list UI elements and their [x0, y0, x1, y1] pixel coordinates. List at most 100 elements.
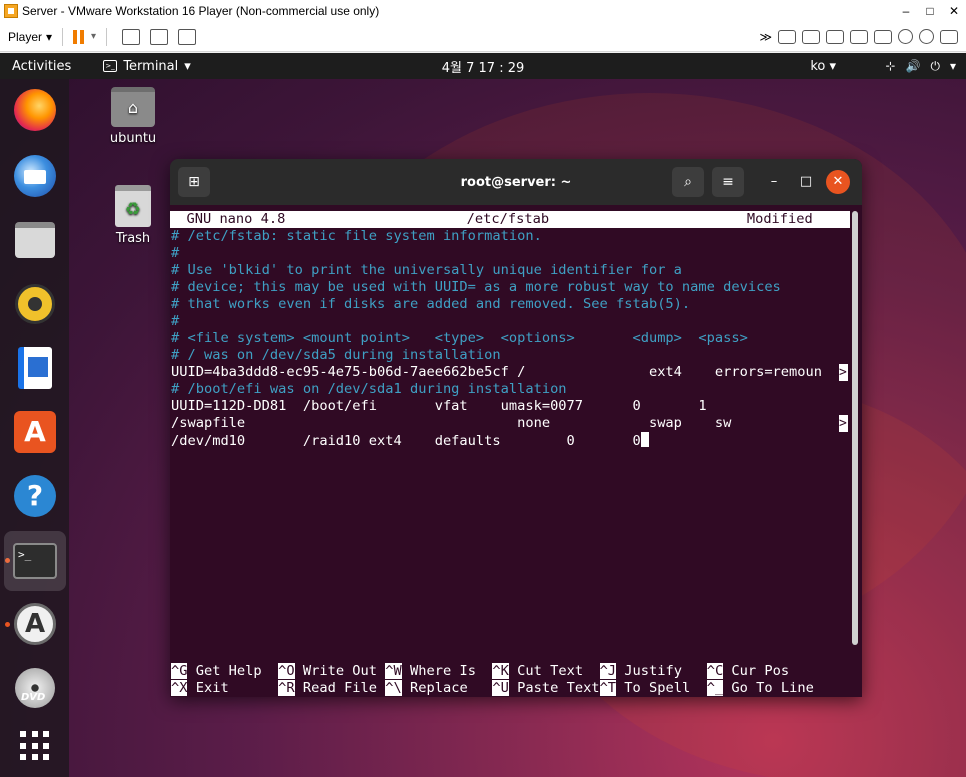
libreoffice-writer-icon — [18, 347, 52, 389]
terminal-content[interactable]: GNU nano 4.8 /etc/fstab Modified # /etc/… — [170, 205, 850, 697]
fstab-line: # /boot/efi was on /dev/sda1 during inst… — [171, 381, 567, 397]
toolbar-divider — [62, 27, 64, 46]
nano-shortcut-row: ^G Get Help ^O Write Out ^W Where Is ^K … — [171, 663, 789, 680]
terminal-scrollbar[interactable] — [852, 211, 858, 645]
maximize-button[interactable]: □ — [794, 170, 818, 194]
hamburger-menu-icon[interactable]: ≡ — [712, 167, 744, 197]
dock-thunderbird[interactable] — [12, 153, 58, 199]
search-icon[interactable]: ⌕ — [672, 167, 704, 197]
running-indicator — [5, 622, 10, 627]
minimize-button[interactable]: – — [762, 170, 786, 194]
player-menu-button[interactable]: Player ▾ — [8, 30, 52, 44]
gnome-top-bar: Activities >_ Terminal ▾ 4월 7 17 : 29 ko… — [0, 53, 966, 79]
trash-icon — [115, 185, 151, 227]
chevron-down-icon: ▾ — [949, 59, 956, 73]
dock-libreoffice-writer[interactable] — [12, 345, 58, 391]
vmware-toolbar: Player ▾ ▾ ≫ — [0, 22, 966, 52]
fullscreen-icon[interactable] — [150, 28, 169, 45]
chevron-down-icon[interactable]: ▾ — [91, 31, 96, 42]
usb-device-icon[interactable] — [940, 29, 958, 44]
shortcut-label-paste-text: Paste Text — [508, 680, 600, 696]
pause-icon[interactable] — [73, 29, 85, 44]
hard-disk-icon[interactable] — [850, 29, 868, 44]
vmware-maximize-button[interactable]: □ — [918, 4, 942, 18]
shortcut-key: ^O — [278, 663, 295, 679]
hard-disk-icon[interactable] — [802, 29, 820, 44]
line-overflow-marker: > — [839, 415, 848, 432]
rhythmbox-icon — [15, 284, 55, 324]
power-icon: ⏻ — [930, 58, 940, 73]
dock-help[interactable]: ? — [12, 473, 58, 519]
dvd-icon: DVD — [15, 668, 55, 708]
desktop-icon-label: ubuntu — [109, 131, 157, 146]
vmware-close-button[interactable]: ✕ — [942, 4, 966, 18]
clock[interactable]: 4월 7 17 : 29 — [442, 61, 525, 76]
toolbar-divider — [106, 27, 108, 46]
dock-terminal[interactable]: >_ — [4, 531, 66, 591]
shortcut-key: ^_ — [706, 680, 724, 696]
app-grid-icon — [20, 731, 50, 761]
terminal-icon: >_ — [13, 543, 57, 579]
shortcut-label-to-spell: To Spell — [616, 680, 707, 696]
dock-rhythmbox[interactable] — [12, 281, 58, 327]
firefox-icon — [14, 89, 56, 131]
close-button[interactable]: ✕ — [826, 170, 850, 194]
vmware-window-title: Server - VMware Workstation 16 Player (N… — [22, 4, 380, 18]
activities-button[interactable]: Activities — [12, 59, 71, 74]
dock-software-updater[interactable]: A — [12, 601, 58, 647]
terminal-headerbar: ⊞ root@server: ~ ⌕ ≡ – □ ✕ — [170, 159, 862, 205]
desktop-home-folder[interactable]: ubuntu — [98, 87, 168, 146]
ubuntu-software-icon: A — [14, 411, 56, 453]
hard-disk-icon[interactable] — [826, 29, 844, 44]
shortcut-label-cur-pos: Cur Pos — [723, 663, 790, 679]
fstab-line: # / was on /dev/sda5 during installation — [171, 347, 501, 363]
cd-dvd-icon[interactable] — [898, 29, 913, 44]
dock-ubuntu-software[interactable]: A — [12, 409, 58, 455]
fstab-line: /swapfile none swap sw — [171, 415, 732, 431]
app-menu-button[interactable]: >_ Terminal ▾ — [103, 59, 191, 74]
fstab-line-text: /dev/md10 /raid10 ext4 defaults 0 0 — [171, 433, 641, 449]
shortcut-label-get-help: Get Help — [187, 663, 279, 679]
shortcut-label-where-is: Where Is — [401, 663, 493, 679]
chevron-down-icon: ▾ — [46, 29, 53, 44]
files-icon — [15, 222, 55, 258]
shortcut-key: ^G — [171, 663, 188, 679]
send-ctrl-alt-del-icon[interactable] — [122, 28, 141, 45]
shortcut-label-justify: Justify — [616, 663, 707, 679]
dock-dvd-drive[interactable]: DVD — [12, 665, 58, 711]
hard-disk-icon[interactable] — [778, 29, 796, 44]
terminal-icon: >_ — [103, 60, 118, 72]
fstab-line-current: /dev/md10 /raid10 ext4 defaults 0 0 — [171, 432, 649, 449]
shortcut-key: ^U — [492, 680, 509, 696]
desktop-trash[interactable]: Trash — [98, 185, 168, 246]
network-icon: ⊹ — [885, 59, 896, 73]
nano-shortcut-row: ^X Exit ^R Read File ^\ Replace ^U Paste… — [171, 680, 814, 697]
fstab-line: # <file system> <mount point> <type> <op… — [171, 330, 748, 346]
vmware-minimize-button[interactable]: – — [894, 4, 918, 18]
text-cursor — [640, 432, 649, 447]
shortcut-key: ^T — [599, 680, 617, 696]
input-language-indicator[interactable]: ko ▾ — [810, 59, 836, 74]
shortcut-key: ^X — [171, 680, 188, 696]
dock-firefox[interactable] — [12, 87, 58, 133]
dvd-label: DVD — [21, 692, 46, 703]
ubuntu-desktop: Activities >_ Terminal ▾ 4월 7 17 : 29 ko… — [0, 53, 966, 777]
shortcut-label-go-to-line: Go To Line — [723, 680, 814, 696]
fstab-line: # Use 'blkid' to print the universally u… — [171, 262, 682, 278]
more-devices-icon[interactable]: ≫ — [759, 30, 772, 44]
player-menu-label: Player — [8, 29, 43, 44]
system-status-menu[interactable]: ⊹ 🔊 ⏻ ▾ — [885, 59, 956, 74]
shortcut-key: ^C — [706, 663, 724, 679]
shortcut-key: ^J — [599, 663, 617, 679]
network-adapter-icon[interactable] — [919, 29, 934, 44]
shortcut-key: ^\ — [385, 680, 402, 696]
new-tab-button[interactable]: ⊞ — [178, 167, 210, 197]
hard-disk-icon[interactable] — [874, 29, 892, 44]
fstab-line: UUID=112D-DD81 /boot/efi vfat umask=0077… — [171, 398, 707, 414]
fstab-line: # device; this may be used with UUID= as… — [171, 279, 781, 295]
dock-files[interactable] — [12, 217, 58, 263]
fstab-line: UUID=4ba3ddd8-ec95-4e75-b06d-7aee662be5c… — [171, 364, 823, 380]
dock-show-applications[interactable] — [12, 723, 58, 769]
unity-mode-icon[interactable] — [178, 28, 197, 45]
headerbar-controls: ⌕ ≡ – □ ✕ — [672, 167, 850, 197]
